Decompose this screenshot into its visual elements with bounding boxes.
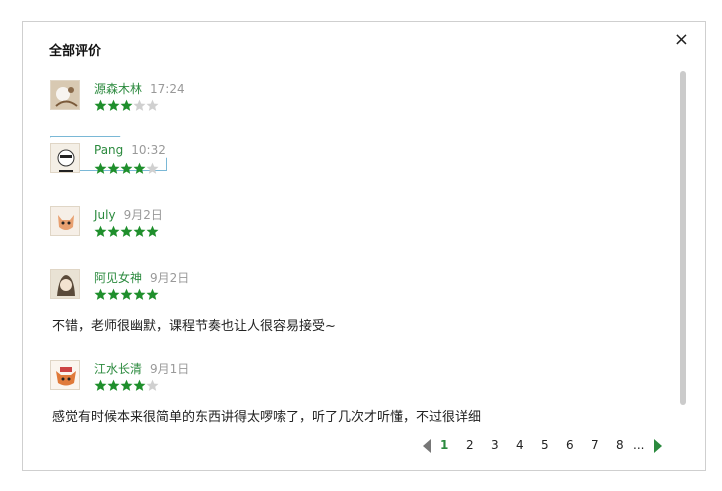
reviewer-name[interactable]: 源森木林 <box>94 82 142 96</box>
star-rating <box>94 97 159 111</box>
all-reviews-dialog: 全部评价 × 源森木林 17:24 Pang 10:32 July 9月2日 阿见女神… <box>22 21 706 471</box>
star-icon <box>120 225 133 237</box>
star-icon <box>107 288 120 300</box>
star-icon <box>146 379 159 391</box>
review-time: 9月2日 <box>150 271 190 285</box>
star-icon <box>94 288 107 300</box>
star-icon <box>146 99 159 111</box>
star-icon <box>133 225 146 237</box>
star-icon <box>107 225 120 237</box>
star-icon <box>133 288 146 300</box>
review-comment: 感觉有时候本来很简单的东西讲得太啰嗦了，听了几次才听懂，不过很详细 <box>52 410 482 425</box>
reviewer-name[interactable]: July <box>94 208 116 222</box>
page-link[interactable]: 8 <box>616 438 624 452</box>
star-icon <box>133 379 146 391</box>
prev-page-icon[interactable] <box>423 439 431 453</box>
page-link[interactable]: 2 <box>466 438 474 452</box>
star-icon <box>94 99 107 111</box>
avatar[interactable] <box>50 206 80 236</box>
star-rating <box>94 286 159 300</box>
reviewer-name[interactable]: 阿见女神 <box>94 271 142 285</box>
star-icon <box>107 379 120 391</box>
star-icon <box>94 379 107 391</box>
dialog-title: 全部评价 <box>49 44 102 59</box>
review-time: 17:24 <box>150 82 185 96</box>
page-link[interactable]: 5 <box>541 438 549 452</box>
star-rating <box>94 223 159 237</box>
review-time: 9月2日 <box>123 208 163 222</box>
star-icon <box>94 162 107 174</box>
star-rating <box>94 377 159 391</box>
star-icon <box>120 379 133 391</box>
avatar[interactable] <box>50 143 80 173</box>
star-icon <box>94 225 107 237</box>
avatar[interactable] <box>50 80 80 110</box>
star-icon <box>133 99 146 111</box>
avatar[interactable] <box>50 269 80 299</box>
star-icon <box>107 99 120 111</box>
scrollbar[interactable] <box>680 71 688 405</box>
star-icon <box>146 225 159 237</box>
avatar[interactable] <box>50 360 80 390</box>
review-time: 9月1日 <box>150 362 190 376</box>
star-icon <box>120 99 133 111</box>
star-icon <box>146 288 159 300</box>
page-link[interactable]: 6 <box>566 438 574 452</box>
page-link[interactable]: 1 <box>440 438 448 452</box>
close-icon[interactable]: × <box>674 31 689 49</box>
review-time: 10:32 <box>131 143 166 157</box>
page-link[interactable]: 7 <box>591 438 599 452</box>
next-page-icon[interactable] <box>654 439 662 453</box>
review-comment: 不错，老师很幽默，课程节奏也让人很容易接受~ <box>52 319 336 334</box>
star-icon <box>133 162 146 174</box>
page-link[interactable]: 3 <box>491 438 499 452</box>
page-link[interactable]: 4 <box>516 438 524 452</box>
star-icon <box>120 162 133 174</box>
pagination-ellipsis: ... <box>633 438 645 452</box>
star-icon <box>107 162 120 174</box>
star-icon <box>120 288 133 300</box>
reviewer-name[interactable]: Pang <box>94 143 123 157</box>
reviewer-name[interactable]: 江水长清 <box>94 362 142 376</box>
star-rating <box>94 160 159 174</box>
star-icon <box>146 162 159 174</box>
scrollbar-thumb[interactable] <box>680 71 686 405</box>
